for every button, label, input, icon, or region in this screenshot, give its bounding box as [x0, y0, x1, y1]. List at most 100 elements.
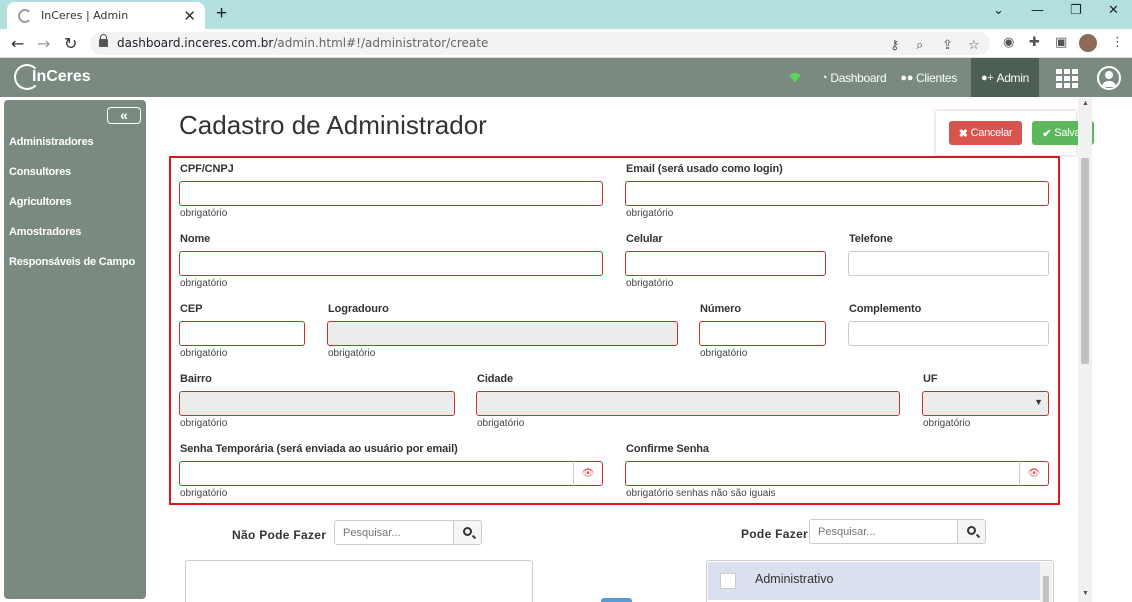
cpf-label: CPF/CNPJ: [180, 163, 234, 175]
can-do-list[interactable]: Administrativo: [706, 560, 1054, 602]
x-icon: ✖: [958, 127, 968, 140]
zoom-icon[interactable]: ⌕: [916, 38, 923, 53]
sidebar-item-amostradores[interactable]: Amostradores: [9, 226, 81, 238]
tab-title: InCeres | Admin: [41, 9, 129, 22]
logradouro-input[interactable]: [327, 321, 678, 346]
senha-label: Senha Temporária (será enviada ao usuári…: [180, 443, 458, 455]
cannot-search-input[interactable]: [334, 520, 454, 545]
list-item[interactable]: Administrativo: [708, 562, 1040, 600]
confirme-help: obrigatório senhas não são iguais: [626, 488, 776, 499]
celular-input[interactable]: [625, 251, 826, 276]
forward-icon[interactable]: →: [37, 34, 50, 53]
users-icon: ●●: [900, 71, 914, 84]
collapse-sidebar-button[interactable]: «: [107, 107, 141, 124]
extension-icon[interactable]: ◉: [1003, 35, 1014, 50]
show-confirm-password-eye-icon[interactable]: 👁: [1019, 461, 1049, 486]
cpf-help: obrigatório: [180, 208, 228, 219]
user-account-icon[interactable]: [1097, 65, 1121, 90]
cidade-input[interactable]: [476, 391, 900, 416]
chevron-down-icon: ▼: [1034, 397, 1043, 407]
celular-help: obrigatório: [626, 278, 674, 289]
puzzle-icon[interactable]: ✚: [1029, 35, 1040, 50]
nav-admin-label: Admin: [996, 70, 1029, 85]
close-tab-icon[interactable]: ✕: [183, 7, 196, 25]
profile-avatar[interactable]: [1079, 34, 1097, 52]
bookmark-star-icon[interactable]: ☆: [968, 38, 980, 53]
nav-dashboard-label: Dashboard: [830, 70, 887, 85]
tab-search-icon[interactable]: ⌄: [993, 3, 1004, 18]
numero-label: Número: [700, 303, 741, 315]
nav-admin[interactable]: ●+ Admin: [971, 58, 1039, 97]
restore-icon[interactable]: ❐: [1070, 3, 1082, 18]
senha-input[interactable]: [179, 461, 574, 486]
sidebar-item-consultores[interactable]: Consultores: [9, 166, 71, 178]
page-scrollbar[interactable]: ▲ ▼: [1078, 98, 1092, 602]
celular-label: Celular: [626, 233, 663, 245]
loading-icon: [18, 8, 32, 23]
new-tab-icon[interactable]: +: [216, 3, 227, 25]
confirme-input[interactable]: [625, 461, 1020, 486]
sidepanel-icon[interactable]: ▣: [1055, 35, 1067, 50]
address-bar-row: ← → ↻ dashboard.inceres.com.br/admin.htm…: [0, 29, 1132, 58]
sidebar: « Administradores Consultores Agricultor…: [4, 100, 146, 599]
cep-input[interactable]: [179, 321, 305, 346]
email-input[interactable]: [625, 181, 1049, 206]
scrollbar-thumb[interactable]: [1081, 158, 1089, 364]
cancel-label: Cancelar: [970, 127, 1013, 139]
cidade-label: Cidade: [477, 373, 514, 385]
permission-checkbox[interactable]: [720, 573, 736, 589]
nav-clientes[interactable]: ●● Clientes: [900, 71, 957, 85]
browser-tab[interactable]: InCeres | Admin ✕: [7, 2, 205, 29]
sidebar-item-administradores[interactable]: Administradores: [9, 136, 94, 148]
cannot-search-button[interactable]: [453, 520, 482, 545]
logo-text: InCeres: [32, 68, 91, 85]
numero-input[interactable]: [699, 321, 826, 346]
nav-dashboard[interactable]: ◔ Dashboard: [821, 70, 887, 85]
nome-input[interactable]: [179, 251, 603, 276]
telefone-input[interactable]: [848, 251, 1049, 276]
apps-grid-icon[interactable]: [1039, 58, 1095, 97]
uf-select[interactable]: ▼: [922, 391, 1049, 416]
logo[interactable]: InCeres: [14, 63, 94, 93]
can-search-input[interactable]: [809, 519, 958, 544]
key-icon[interactable]: ⚷: [890, 38, 900, 53]
top-nav: ◔ Dashboard ●● Clientes ●+ Admin: [786, 58, 1132, 97]
cannot-do-list[interactable]: [185, 560, 533, 602]
back-icon[interactable]: ←: [11, 34, 24, 53]
scroll-up-icon[interactable]: ▲: [1082, 100, 1089, 107]
sidebar-item-responsaveis[interactable]: Responsáveis de Campo: [9, 256, 135, 268]
bairro-input[interactable]: [179, 391, 455, 416]
confirme-label: Confirme Senha: [626, 443, 709, 455]
bairro-help: obrigatório: [180, 418, 228, 429]
url-host: dashboard.inceres.com.br: [117, 36, 274, 50]
cpf-input[interactable]: [179, 181, 603, 206]
reload-icon[interactable]: ↻: [64, 34, 77, 53]
minimize-icon[interactable]: —: [1031, 3, 1044, 18]
can-search-button[interactable]: [957, 519, 986, 544]
url-field[interactable]: dashboard.inceres.com.br/admin.html#!/ad…: [90, 32, 990, 55]
cancel-button[interactable]: ✖ Cancelar: [949, 121, 1022, 145]
can-do-label: Pode Fazer: [741, 527, 809, 541]
complemento-label: Complemento: [849, 303, 922, 315]
share-icon[interactable]: ⇪: [942, 38, 953, 53]
show-password-eye-icon[interactable]: 👁: [573, 461, 603, 486]
cidade-help: obrigatório: [477, 418, 525, 429]
app-header: InCeres ◔ Dashboard ●● Clientes ●+ Admin: [0, 58, 1132, 97]
permission-label: Administrativo: [755, 572, 834, 586]
numero-help: obrigatório: [700, 348, 748, 359]
url-path: /admin.html#!/administrator/create: [273, 36, 489, 50]
scroll-down-icon[interactable]: ▼: [1082, 590, 1089, 597]
lock-icon: [99, 34, 108, 47]
menu-icon[interactable]: ⋮: [1111, 35, 1124, 50]
action-panel: ✖ Cancelar ✔ Salvar: [936, 111, 1094, 155]
move-permission-button[interactable]: [601, 598, 632, 602]
logradouro-help: obrigatório: [328, 348, 376, 359]
complemento-input[interactable]: [848, 321, 1049, 346]
list-scrollbar[interactable]: [1040, 562, 1052, 602]
uf-help: obrigatório: [923, 418, 971, 429]
connection-icon: [786, 72, 803, 83]
window-close-icon[interactable]: ✕: [1108, 3, 1119, 18]
search-icon: [463, 527, 472, 536]
sidebar-item-agricultores[interactable]: Agricultores: [9, 196, 72, 208]
search-icon: [967, 526, 976, 535]
